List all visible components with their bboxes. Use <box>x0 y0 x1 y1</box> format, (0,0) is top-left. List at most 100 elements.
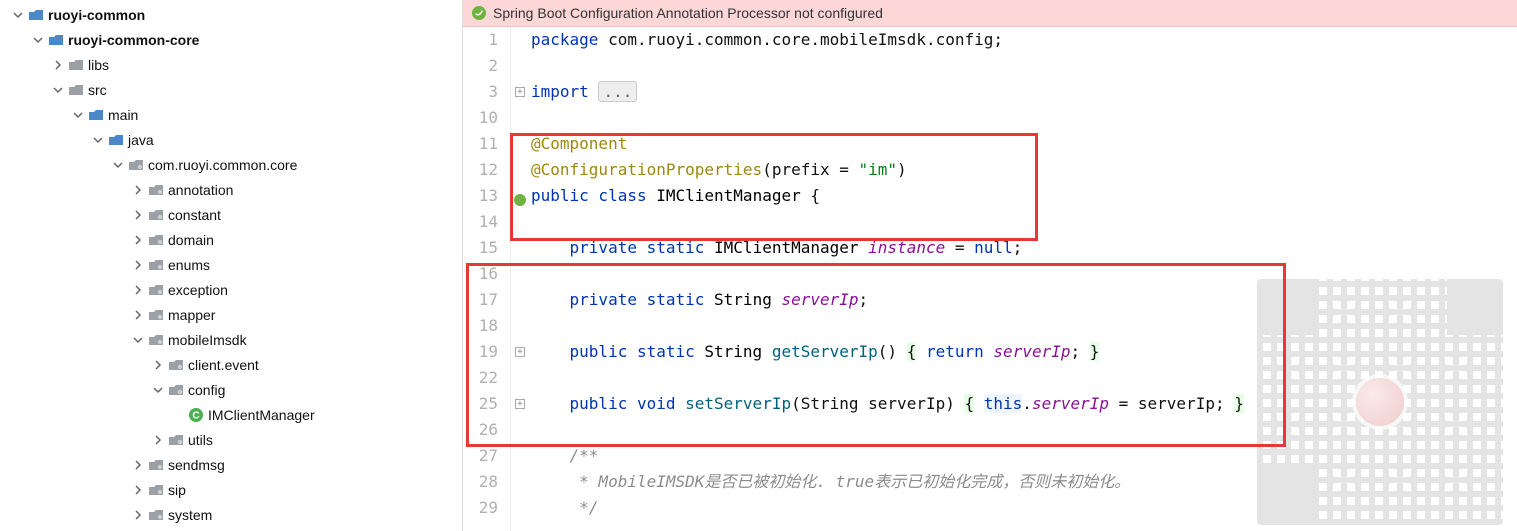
fold-toggle-icon[interactable]: + <box>515 87 525 97</box>
tree-item-label: java <box>128 132 154 148</box>
chevron-down-icon[interactable] <box>70 107 86 123</box>
chevron-right-icon[interactable] <box>130 207 146 223</box>
spring-icon <box>471 5 487 21</box>
line-number-gutter: 12310111213141516171819222526272829 <box>463 27 511 531</box>
code-line[interactable]: public static String getServerIp() { ret… <box>531 339 1517 365</box>
code-line[interactable] <box>531 105 1517 131</box>
code-line[interactable] <box>531 417 1517 443</box>
gutter-annotation <box>511 495 531 521</box>
tree-item-constant[interactable]: constant <box>0 202 462 227</box>
gutter-annotation <box>511 105 531 131</box>
code-line[interactable]: private static IMClientManager instance … <box>531 235 1517 261</box>
code-line[interactable] <box>531 209 1517 235</box>
tree-item-annotation[interactable]: annotation <box>0 177 462 202</box>
chevron-down-icon[interactable] <box>150 382 166 398</box>
tree-item-system[interactable]: system <box>0 502 462 527</box>
code-line[interactable]: * MobileIMSDK是否已被初始化. true表示已初始化完成，否则未初始… <box>531 469 1517 495</box>
tree-item-client-event[interactable]: client.event <box>0 352 462 377</box>
code-line[interactable]: public class IMClientManager { <box>531 183 1517 209</box>
tree-item-label: config <box>188 382 225 398</box>
code-line[interactable]: */ <box>531 495 1517 521</box>
code-line[interactable]: import ... <box>531 79 1517 105</box>
tree-item-main[interactable]: main <box>0 102 462 127</box>
gutter-annotation <box>511 365 531 391</box>
chevron-down-icon[interactable] <box>50 82 66 98</box>
tree-item-java[interactable]: java <box>0 127 462 152</box>
tree-item-mobileimsdk[interactable]: mobileImsdk <box>0 327 462 352</box>
pkg-icon <box>168 382 184 398</box>
tree-item-enums[interactable]: enums <box>0 252 462 277</box>
pkg-icon <box>168 357 184 373</box>
tree-item-domain[interactable]: domain <box>0 227 462 252</box>
tree-item-com-ruoyi-common-core[interactable]: com.ruoyi.common.core <box>0 152 462 177</box>
code-line[interactable]: public void setServerIp(String serverIp)… <box>531 391 1517 417</box>
tree-item-imclientmanager[interactable]: CIMClientManager <box>0 402 462 427</box>
chevron-right-icon[interactable] <box>130 457 146 473</box>
chevron-right-icon[interactable] <box>130 507 146 523</box>
chevron-right-icon[interactable] <box>130 182 146 198</box>
pkg-icon <box>148 457 164 473</box>
chevron-right-icon[interactable] <box>130 257 146 273</box>
chevron-right-icon[interactable] <box>130 482 146 498</box>
code-line[interactable] <box>531 313 1517 339</box>
line-number: 16 <box>463 261 498 287</box>
code-area[interactable]: package com.ruoyi.common.core.mobileImsd… <box>531 27 1517 531</box>
gutter-annotation <box>511 443 531 469</box>
tree-item-libs[interactable]: libs <box>0 52 462 77</box>
tree-item-label: client.event <box>188 357 259 373</box>
chevron-down-icon[interactable] <box>90 132 106 148</box>
tree-item-ruoyi-common[interactable]: ruoyi-common <box>0 2 462 27</box>
tree-item-label: mapper <box>168 307 215 323</box>
line-number: 11 <box>463 131 498 157</box>
chevron-down-icon[interactable] <box>30 32 46 48</box>
gutter-annotation <box>511 261 531 287</box>
chevron-down-icon[interactable] <box>10 7 26 23</box>
gutter-annotation <box>511 287 531 313</box>
code-line[interactable] <box>531 365 1517 391</box>
line-number: 22 <box>463 365 498 391</box>
project-tree[interactable]: ruoyi-commonruoyi-common-core libs srcmain… <box>0 0 463 531</box>
tree-item-config[interactable]: config <box>0 377 462 402</box>
chevron-right-icon[interactable] <box>130 282 146 298</box>
fold-toggle-icon[interactable]: + <box>515 347 525 357</box>
tree-item-sendmsg[interactable]: sendmsg <box>0 452 462 477</box>
gutter-annotation: + <box>511 79 531 105</box>
chevron-right-icon[interactable] <box>50 57 66 73</box>
chevron-right-icon[interactable] <box>150 357 166 373</box>
tree-item-mapper[interactable]: mapper <box>0 302 462 327</box>
code-line[interactable]: @ConfigurationProperties(prefix = "im") <box>531 157 1517 183</box>
pkg-icon <box>148 232 164 248</box>
code-line[interactable]: package com.ruoyi.common.core.mobileImsd… <box>531 27 1517 53</box>
code-line[interactable] <box>531 261 1517 287</box>
tree-item-utils[interactable]: utils <box>0 427 462 452</box>
pkg-icon <box>148 307 164 323</box>
chevron-right-icon[interactable] <box>130 232 146 248</box>
chevron-down-icon[interactable] <box>130 332 146 348</box>
chevron-down-icon[interactable] <box>110 157 126 173</box>
tree-item-ruoyi-common-core[interactable]: ruoyi-common-core <box>0 27 462 52</box>
gutter-annotation <box>511 235 531 261</box>
line-number: 10 <box>463 105 498 131</box>
pkg-icon <box>168 432 184 448</box>
tree-item-sip[interactable]: sip <box>0 477 462 502</box>
gutter-annotation <box>511 53 531 79</box>
warning-banner-text: Spring Boot Configuration Annotation Pro… <box>493 5 883 21</box>
code-line[interactable]: private static String serverIp; <box>531 287 1517 313</box>
spring-bean-gutter-icon[interactable] <box>513 189 527 203</box>
tree-item-label: libs <box>88 57 109 73</box>
chevron-right-icon[interactable] <box>130 307 146 323</box>
fold-toggle-icon[interactable]: + <box>515 399 525 409</box>
code-line[interactable] <box>531 53 1517 79</box>
svg-text:C: C <box>192 410 199 421</box>
code-editor[interactable]: 12310111213141516171819222526272829 +++ … <box>463 27 1517 531</box>
tree-item-src[interactable]: src <box>0 77 462 102</box>
tree-item-label: system <box>168 507 212 523</box>
code-line[interactable]: @Component <box>531 131 1517 157</box>
line-number: 25 <box>463 391 498 417</box>
chevron-right-icon[interactable] <box>150 432 166 448</box>
tree-item-label: exception <box>168 282 228 298</box>
pkg-icon <box>148 207 164 223</box>
tree-item-exception[interactable]: exception <box>0 277 462 302</box>
code-line[interactable]: /** <box>531 443 1517 469</box>
warning-banner[interactable]: Spring Boot Configuration Annotation Pro… <box>463 0 1517 27</box>
